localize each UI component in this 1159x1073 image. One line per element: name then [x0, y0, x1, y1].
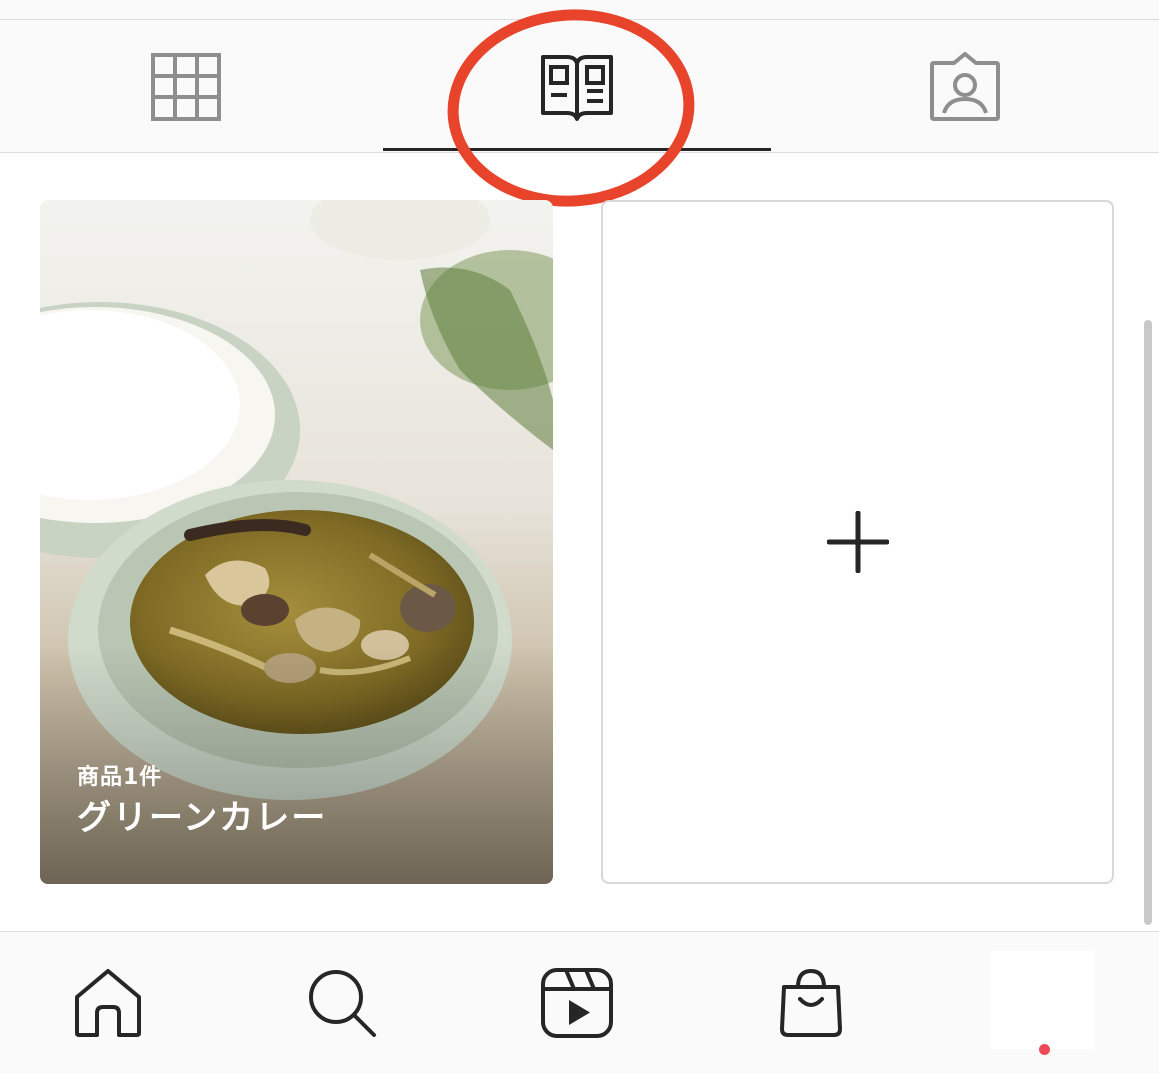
guide-book-icon [541, 54, 613, 121]
guide-card-caption: 商品1件 グリーンカレー [77, 764, 327, 840]
nav-shop[interactable] [756, 932, 866, 1073]
tab-guides[interactable] [383, 20, 771, 153]
tab-grid[interactable] [0, 20, 372, 153]
scrollbar[interactable] [1144, 320, 1152, 925]
plus-icon [826, 511, 889, 573]
nav-profile-avatar[interactable] [990, 951, 1095, 1049]
nav-search[interactable] [287, 932, 397, 1073]
notification-dot [1039, 1044, 1050, 1055]
nav-reels[interactable] [522, 932, 632, 1073]
profile-tab-bar [0, 20, 1159, 153]
shop-bag-icon [780, 968, 842, 1037]
guide-item-count: 商品1件 [77, 765, 163, 790]
home-icon [75, 969, 141, 1037]
add-guide-card[interactable] [601, 200, 1114, 884]
grid-icon [151, 52, 221, 121]
tagged-person-icon [930, 51, 1000, 121]
reels-icon [541, 968, 613, 1038]
selected-tab-indicator [383, 148, 771, 151]
guide-card[interactable]: 商品1件 グリーンカレー [40, 200, 553, 884]
search-icon [309, 970, 376, 1037]
nav-home[interactable] [53, 932, 163, 1073]
tab-tagged[interactable] [771, 20, 1159, 153]
top-strip [0, 0, 1159, 20]
guide-title: グリーンカレー [77, 798, 328, 838]
bottom-navigation [0, 931, 1159, 1073]
